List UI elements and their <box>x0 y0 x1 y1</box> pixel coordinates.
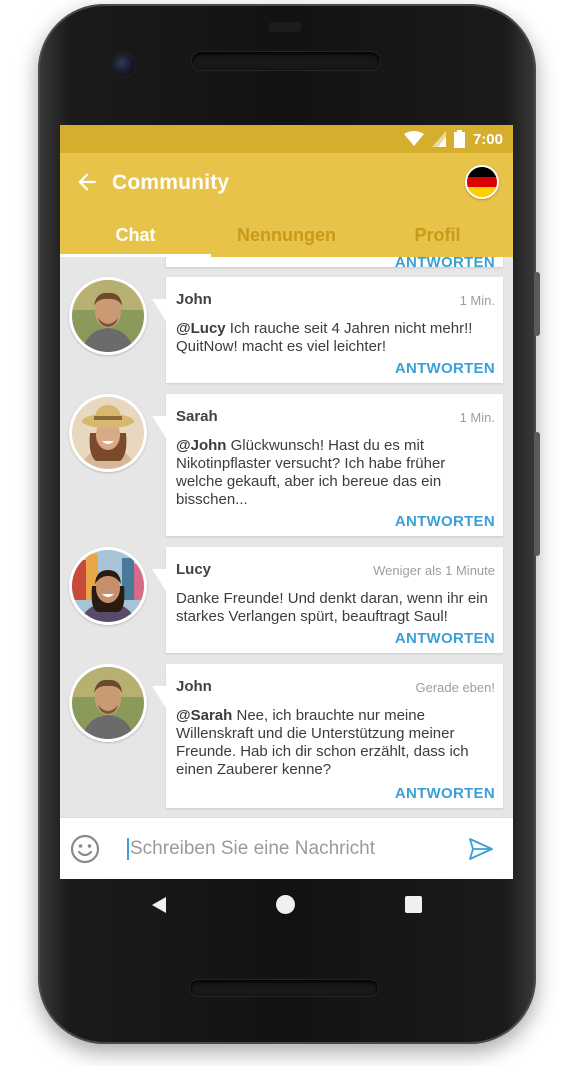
message-text: Danke Freunde! Und denkt daran, wenn ihr… <box>176 590 494 626</box>
message-text: @Sarah Nee, ich brauchte nur meine Wille… <box>176 707 494 779</box>
tab-profil[interactable]: Profil <box>362 213 513 257</box>
nav-recent-apps-icon[interactable] <box>405 896 422 913</box>
message-list[interactable]: ANTWORTEN John 1 Min. @Lucy Ich rauche s… <box>60 257 513 817</box>
message-card: Sarah 1 Min. @John Glückwunsch! Hast du … <box>152 394 503 536</box>
send-icon[interactable] <box>468 836 494 862</box>
message-author: John <box>176 291 212 308</box>
navigation-bar <box>60 879 513 931</box>
message-card: Lucy Weniger als 1 Minute Danke Freunde!… <box>152 547 503 653</box>
arrow-left-icon[interactable] <box>74 169 100 195</box>
list-item-partial: ANTWORTEN <box>166 257 503 271</box>
message-text: @Lucy Ich rauche seit 4 Jahren nicht meh… <box>176 320 494 356</box>
text-caret <box>127 838 129 860</box>
screen: 7:00 Community Chat Nennungen Profil ANT… <box>60 125 513 879</box>
message-author: Lucy <box>176 561 212 578</box>
message-time: 1 Min. <box>459 293 495 308</box>
app-bar: Community Chat Nennungen Profil <box>60 153 513 257</box>
message-body: Danke Freunde! Und denkt daran, wenn ihr… <box>176 590 488 625</box>
message-author: John <box>176 678 212 695</box>
mention[interactable]: @Lucy <box>176 320 226 337</box>
avatar-lucy[interactable] <box>69 547 147 625</box>
bottom-speaker <box>190 980 378 996</box>
tab-chat[interactable]: Chat <box>60 213 211 257</box>
reply-button[interactable]: ANTWORTEN <box>395 785 495 802</box>
proximity-sensor <box>268 22 302 32</box>
tab-nennungen[interactable]: Nennungen <box>211 213 362 257</box>
reply-button[interactable]: ANTWORTEN <box>395 513 495 530</box>
composer <box>60 817 513 879</box>
message-time: 1 Min. <box>459 410 495 425</box>
message-card: John 1 Min. @Lucy Ich rauche seit 4 Jahr… <box>152 277 503 383</box>
status-bar: 7:00 <box>60 125 513 153</box>
message-time: Gerade eben! <box>415 680 495 695</box>
front-camera <box>113 54 135 76</box>
wifi-icon <box>403 131 424 146</box>
mention[interactable]: @John <box>176 437 226 454</box>
nav-back-icon[interactable] <box>150 896 168 914</box>
status-time: 7:00 <box>472 130 503 148</box>
avatar-john[interactable] <box>69 664 147 742</box>
page-title: Community <box>112 171 230 194</box>
smiley-icon[interactable] <box>70 834 100 864</box>
nav-home-icon[interactable] <box>276 895 295 914</box>
reply-button[interactable]: ANTWORTEN <box>395 360 495 377</box>
volume-button <box>534 432 540 556</box>
avatar-sarah[interactable] <box>69 394 147 472</box>
message-input[interactable] <box>130 832 450 866</box>
message-time: Weniger als 1 Minute <box>373 563 495 578</box>
reply-button[interactable]: ANTWORTEN <box>395 630 495 647</box>
germany-flag-icon[interactable] <box>465 165 499 199</box>
message-card: John Gerade eben! @Sarah Nee, ich brauch… <box>152 664 503 808</box>
reply-button[interactable]: ANTWORTEN <box>395 257 495 271</box>
tab-bar: Chat Nennungen Profil <box>60 213 513 257</box>
battery-icon <box>453 130 465 148</box>
power-button <box>534 272 540 336</box>
message-text: @John Glückwunsch! Hast du es mit Nikoti… <box>176 437 494 509</box>
signal-icon <box>431 131 446 147</box>
avatar-john[interactable] <box>69 277 147 355</box>
message-author: Sarah <box>176 408 218 425</box>
mention[interactable]: @Sarah <box>176 707 232 724</box>
earpiece-speaker <box>192 52 380 70</box>
